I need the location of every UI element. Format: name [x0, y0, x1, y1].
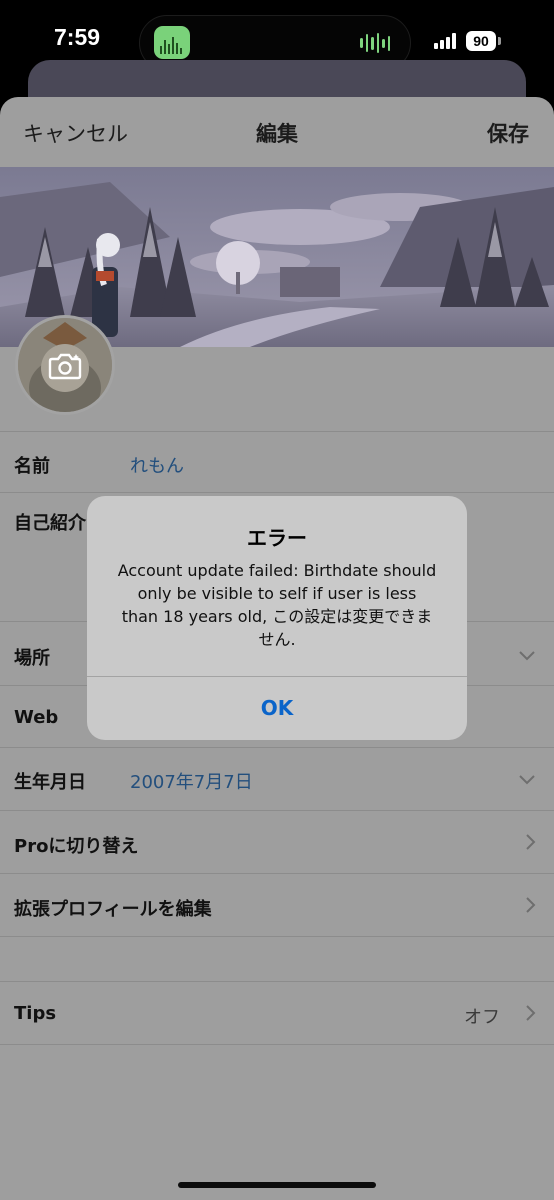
- chevron-down-icon: [519, 775, 535, 785]
- audio-waveform-icon: [360, 33, 390, 53]
- tips-value: オフ: [464, 1007, 500, 1028]
- save-button[interactable]: 保存: [487, 118, 529, 148]
- page-title: 編集: [256, 122, 298, 146]
- chevron-right-icon: [526, 834, 536, 850]
- name-label: 名前: [14, 456, 50, 477]
- error-alert-dialog: エラー Account update failed: Birthdate sho…: [87, 496, 467, 740]
- row-divider: [0, 1044, 554, 1046]
- ok-button[interactable]: OK: [87, 677, 467, 740]
- navigation-bar: キャンセル 編集 保存: [0, 97, 554, 167]
- location-label: 場所: [14, 648, 50, 669]
- chevron-right-icon: [526, 1005, 536, 1021]
- birthdate-label: 生年月日: [14, 772, 86, 793]
- bio-label: 自己紹介: [14, 513, 86, 534]
- avatar[interactable]: [15, 315, 115, 415]
- chevron-down-icon: [519, 651, 535, 661]
- tips-label: Tips: [14, 1003, 57, 1024]
- extended-profile-label: 拡張プロフィールを編集: [14, 899, 212, 920]
- chevron-right-icon: [526, 897, 536, 913]
- switch-pro-row[interactable]: Proに切り替え: [0, 810, 554, 874]
- birthdate-row[interactable]: 生年月日 2007年7月7日: [0, 747, 554, 811]
- battery-tip: [498, 37, 501, 45]
- home-indicator[interactable]: [178, 1182, 376, 1188]
- alert-message: Account update failed: Birthdate should …: [117, 561, 437, 649]
- name-row[interactable]: 名前 れもん: [0, 431, 554, 492]
- switch-pro-label: Proに切り替え: [14, 836, 139, 857]
- extended-profile-row[interactable]: 拡張プロフィールを編集: [0, 873, 554, 937]
- section-divider: [0, 936, 554, 983]
- now-playing-app-icon: [154, 26, 190, 59]
- camera-icon: [48, 353, 82, 380]
- name-value[interactable]: れもん: [130, 452, 184, 478]
- cellular-signal-icon: [434, 33, 460, 49]
- alert-title: エラー: [247, 526, 307, 550]
- status-time: 7:59: [54, 24, 101, 50]
- website-label: Web: [14, 707, 59, 728]
- birthdate-value[interactable]: 2007年7月7日: [130, 768, 253, 794]
- battery-icon: 90: [466, 31, 496, 51]
- tips-row[interactable]: Tips オフ: [0, 981, 554, 1045]
